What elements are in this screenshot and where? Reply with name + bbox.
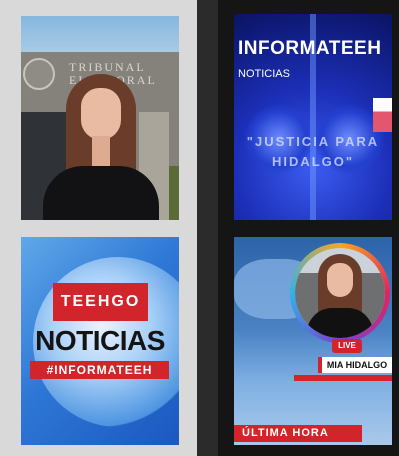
anchor-face xyxy=(81,88,121,140)
lower-third-stripe xyxy=(294,375,392,381)
live-badge: LIVE xyxy=(332,339,362,353)
noticias-headline: NOTICIAS xyxy=(35,325,165,356)
justicia-quote: "JUSTICIA PARA HIDALGO" xyxy=(246,134,380,169)
anchor-portrait xyxy=(295,248,385,338)
tile-teehgo-noticias[interactable]: TEEHGO NOTICIAS #INFORMATEEH xyxy=(21,237,179,445)
plant xyxy=(169,166,179,220)
informateeh-hashtag: #INFORMATEEH xyxy=(30,361,169,379)
anchor-body xyxy=(43,166,159,220)
teehgo-brand: TEEHGO xyxy=(53,283,148,321)
tribunal-seal-icon xyxy=(23,58,55,90)
anchor-neck xyxy=(92,136,110,166)
tile-informateeh-blue[interactable]: INFORMATEEH NOTICIAS "JUSTICIA PARA HIDA… xyxy=(234,14,392,220)
anchor-name-lower-third: MIA HIDALGO xyxy=(318,357,392,373)
tile-tribunal-anchor[interactable]: TRIBUNAL ELECTORAL xyxy=(21,16,179,220)
ultima-hora-banner: ÚLTIMA HORA xyxy=(234,425,362,442)
flag-icon xyxy=(373,98,392,132)
informateeh-title: INFORMATEEH xyxy=(238,38,382,59)
anchor-face xyxy=(327,263,353,297)
noticias-subtitle: NOTICIAS xyxy=(238,68,290,80)
anchor-body xyxy=(307,308,373,338)
tile-live-anchor[interactable]: LIVE MIA HIDALGO ÚLTIMA HORA xyxy=(234,237,392,445)
